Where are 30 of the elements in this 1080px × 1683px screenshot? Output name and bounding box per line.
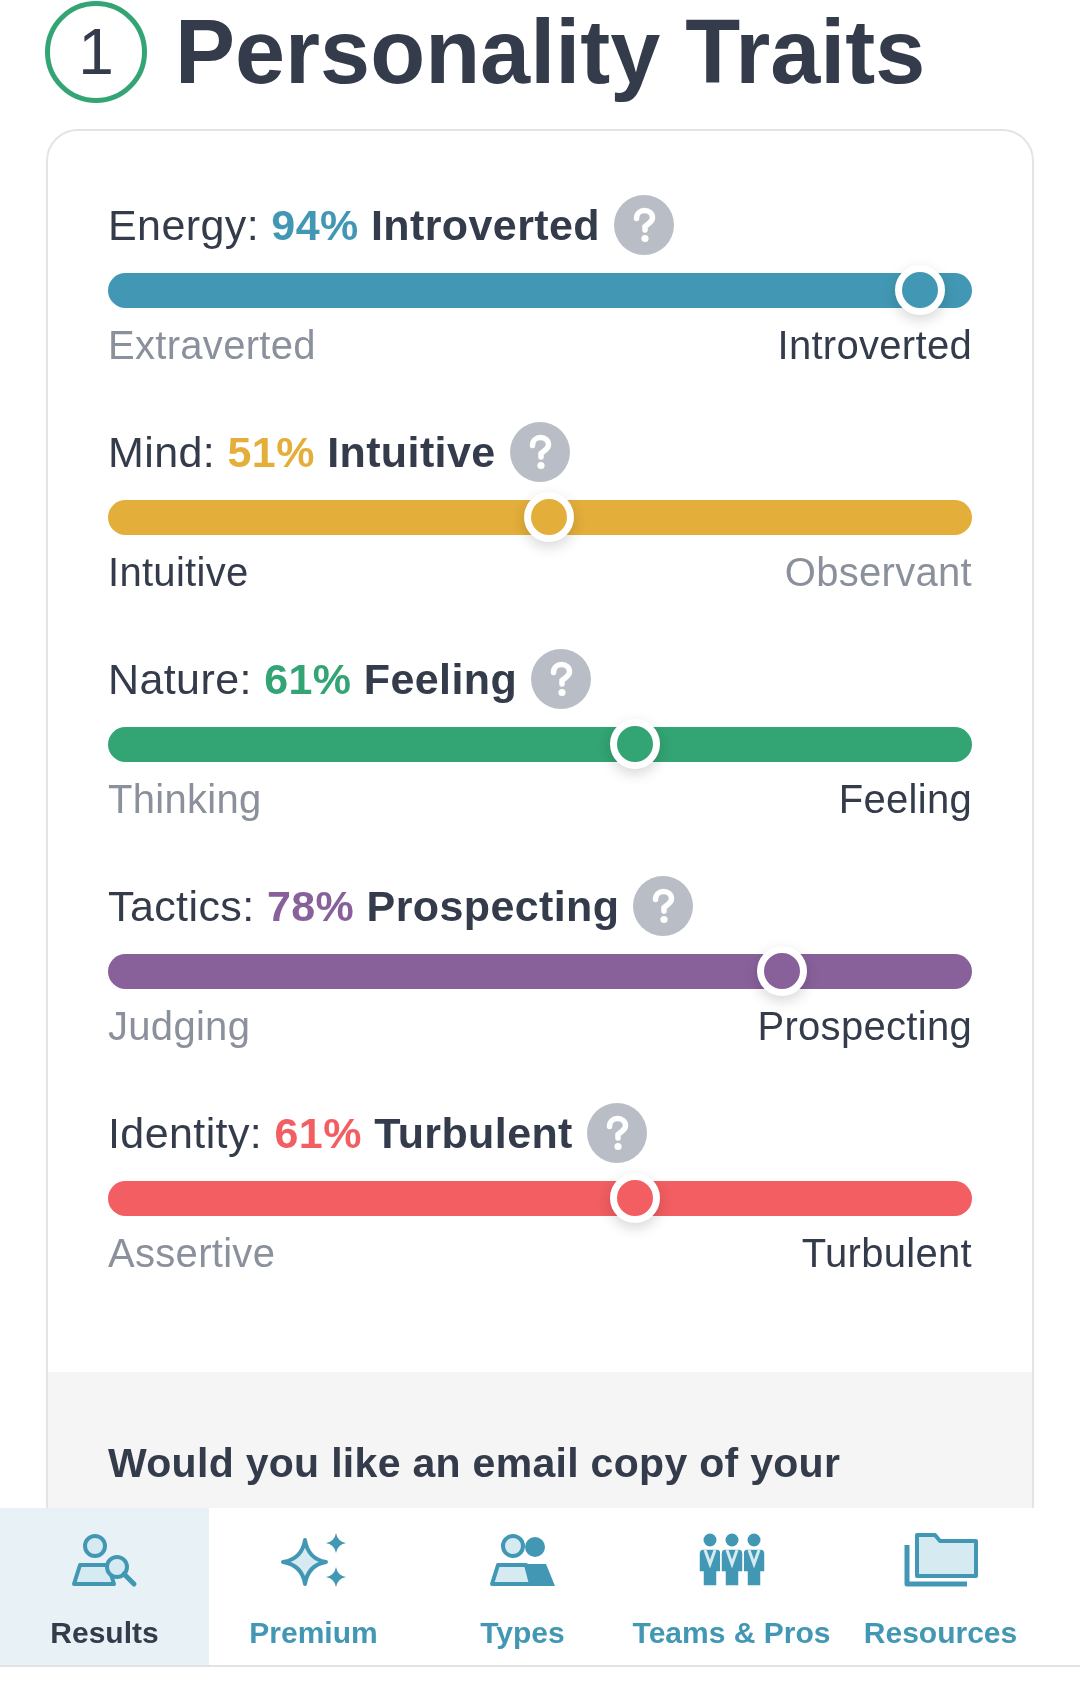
pole-label: Judging xyxy=(108,1004,251,1048)
pole-label: Feeling xyxy=(838,777,972,821)
folders-icon xyxy=(902,1532,979,1588)
nav-tab[interactable]: Resources xyxy=(836,1508,1045,1665)
step-number: 1 xyxy=(45,1,147,103)
email-prompt-text: Would you like an email copy of your xyxy=(108,1439,842,1488)
pole-label: Extraverted xyxy=(108,323,316,367)
pole-label: Turbulent xyxy=(801,1231,972,1275)
page-title: Personality Traits xyxy=(175,1,926,104)
trait-heading: Tactics: 78% Prospecting xyxy=(108,881,620,932)
pole-label: Intuitive xyxy=(108,550,249,594)
nav-tab[interactable]: Teams & Pros xyxy=(627,1508,836,1665)
help-icon[interactable] xyxy=(633,876,694,936)
nav-tab[interactable]: Types xyxy=(418,1508,627,1665)
pole-label: Assertive xyxy=(108,1231,276,1275)
trait-heading: Identity: 61% Turbulent xyxy=(108,1108,573,1159)
help-icon[interactable] xyxy=(614,195,674,255)
nav-tab[interactable]: Premium xyxy=(209,1508,418,1665)
pole-label: Thinking xyxy=(108,777,262,821)
help-icon[interactable] xyxy=(531,649,592,709)
help-icon[interactable] xyxy=(586,1103,647,1163)
help-icon[interactable] xyxy=(509,422,570,482)
nav-tab[interactable]: Results xyxy=(0,1508,209,1665)
people-icon xyxy=(487,1532,558,1588)
pole-label: Introverted xyxy=(777,323,972,367)
trait-heading: Energy: 94% Introverted xyxy=(108,200,600,251)
pole-label: Observant xyxy=(784,550,972,594)
pole-label: Prospecting xyxy=(757,1004,972,1048)
trait-heading: Nature: 61% Feeling xyxy=(108,654,518,705)
trait-heading: Mind: 51% Intuitive xyxy=(108,427,496,478)
